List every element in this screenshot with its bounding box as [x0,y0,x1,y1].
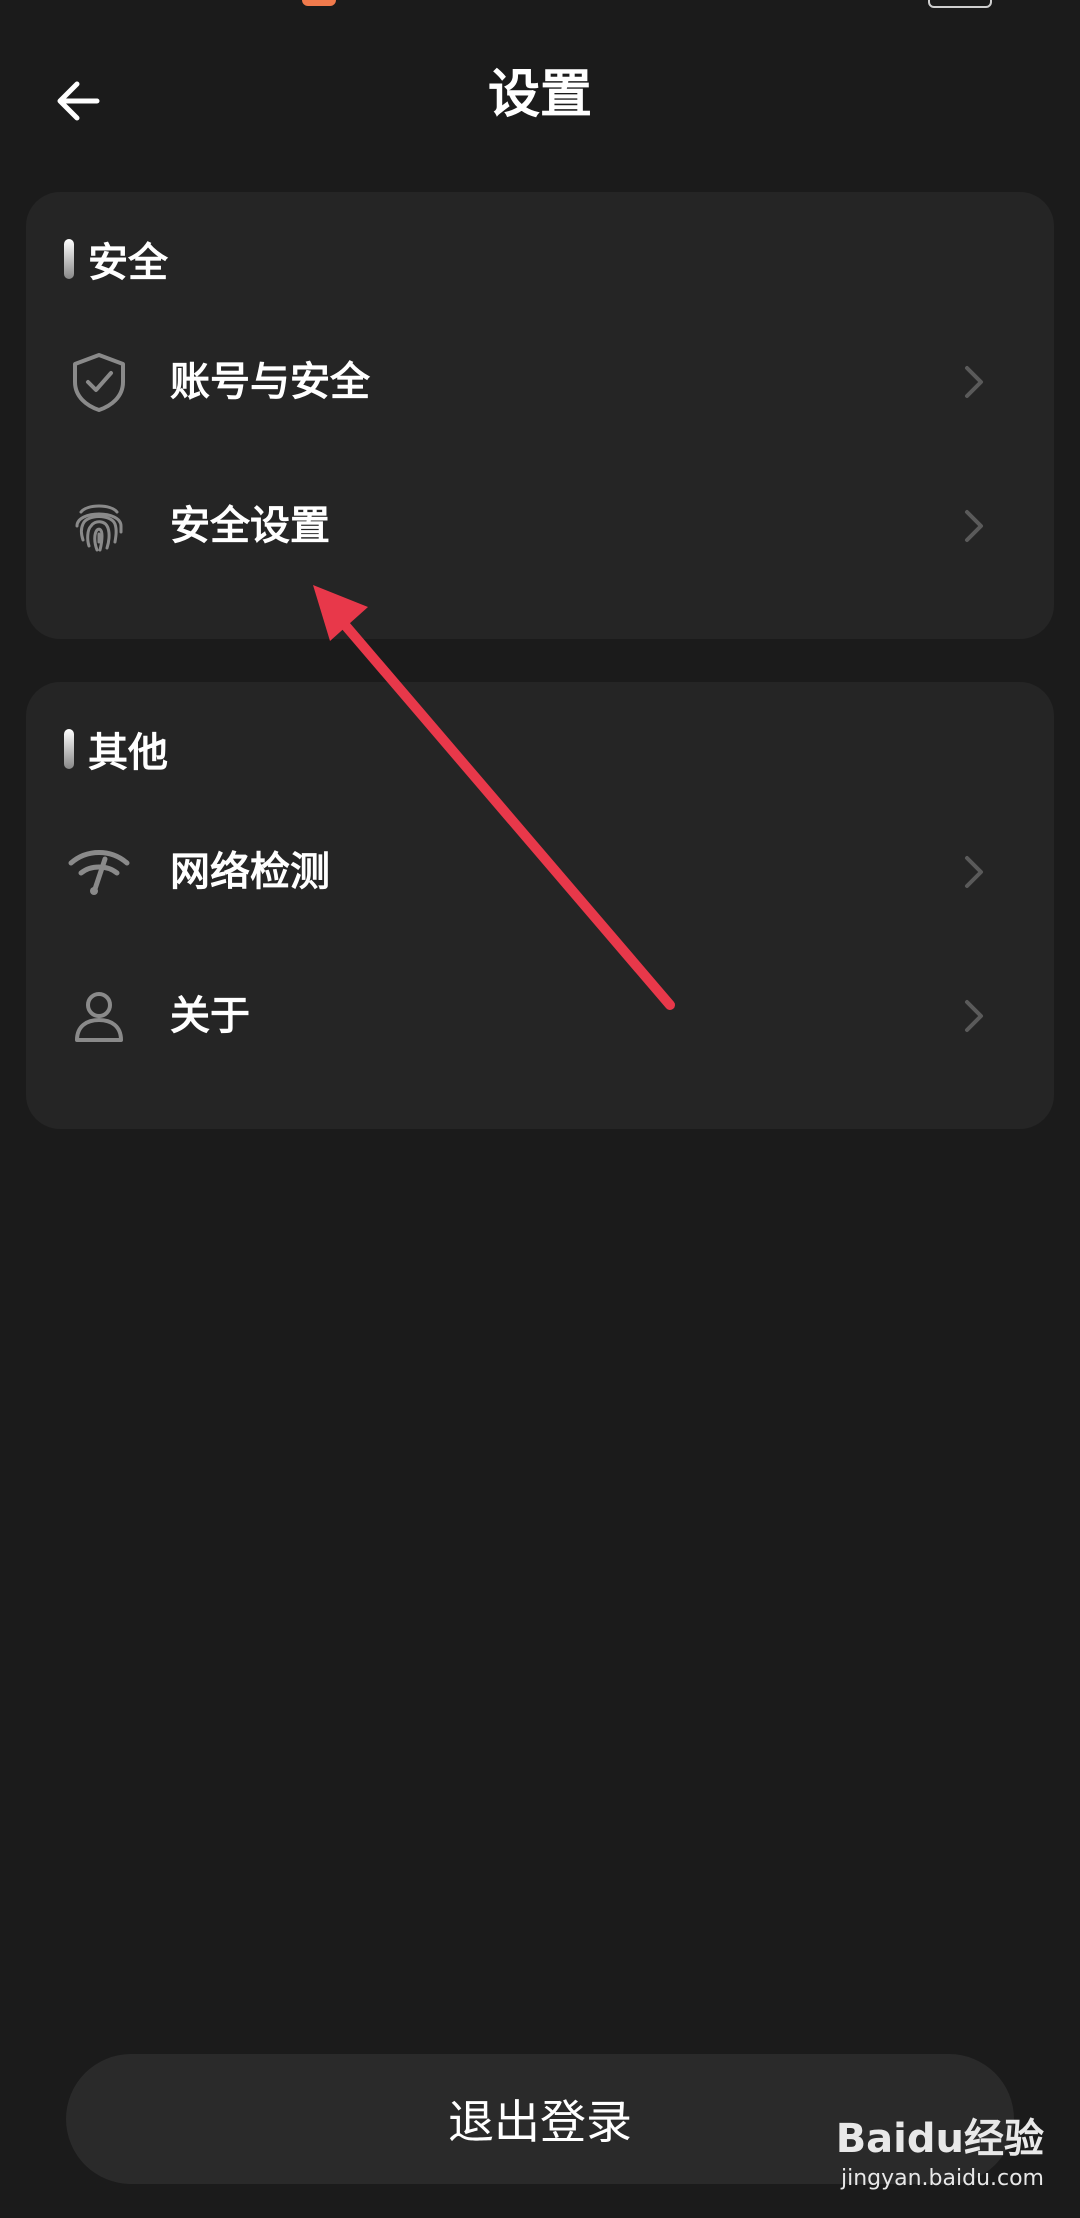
notification-badge [302,0,336,6]
watermark-url: jingyan.baidu.com [840,2166,1044,2191]
settings-row-label: 网络检测 [170,849,330,895]
fingerprint-icon [66,493,132,559]
settings-row-security-settings[interactable]: 安全设置 [26,461,1054,591]
section-title: 其他 [88,730,168,776]
security-card: 安全 账号与安全 安全设置 [26,192,1054,639]
settings-row-about[interactable]: 关于 [26,951,1054,1081]
shield-check-icon [66,349,132,415]
arrow-left-icon [57,81,100,121]
header: 设置 [0,55,1080,135]
watermark-brand: Baidu经验 [835,2116,1044,2162]
back-button[interactable] [46,69,110,133]
section-header-security: 安全 [64,234,168,286]
battery-icon [928,0,992,8]
section-header-other: 其他 [64,724,168,776]
chevron-right-icon [954,851,994,893]
page-title: 设置 [487,65,592,125]
settings-row-account-security[interactable]: 账号与安全 [26,317,1054,447]
chevron-right-icon [954,995,994,1037]
settings-row-network-test[interactable]: 网络检测 [26,807,1054,937]
network-test-icon [66,839,132,905]
other-card: 其他 网络检测 关于 [26,682,1054,1129]
status-bar [0,0,1080,14]
settings-row-label: 账号与安全 [170,359,370,405]
section-title: 安全 [88,240,168,286]
settings-row-label: 关于 [170,993,250,1039]
baidu-watermark: Baidu经验 jingyan.baidu.com [814,2106,1044,2206]
person-icon [66,983,132,1049]
settings-row-label: 安全设置 [170,503,330,549]
section-marker [64,729,74,769]
logout-label: 退出登录 [448,2095,632,2149]
section-marker [64,239,74,279]
chevron-right-icon [954,505,994,547]
chevron-right-icon [954,361,994,403]
